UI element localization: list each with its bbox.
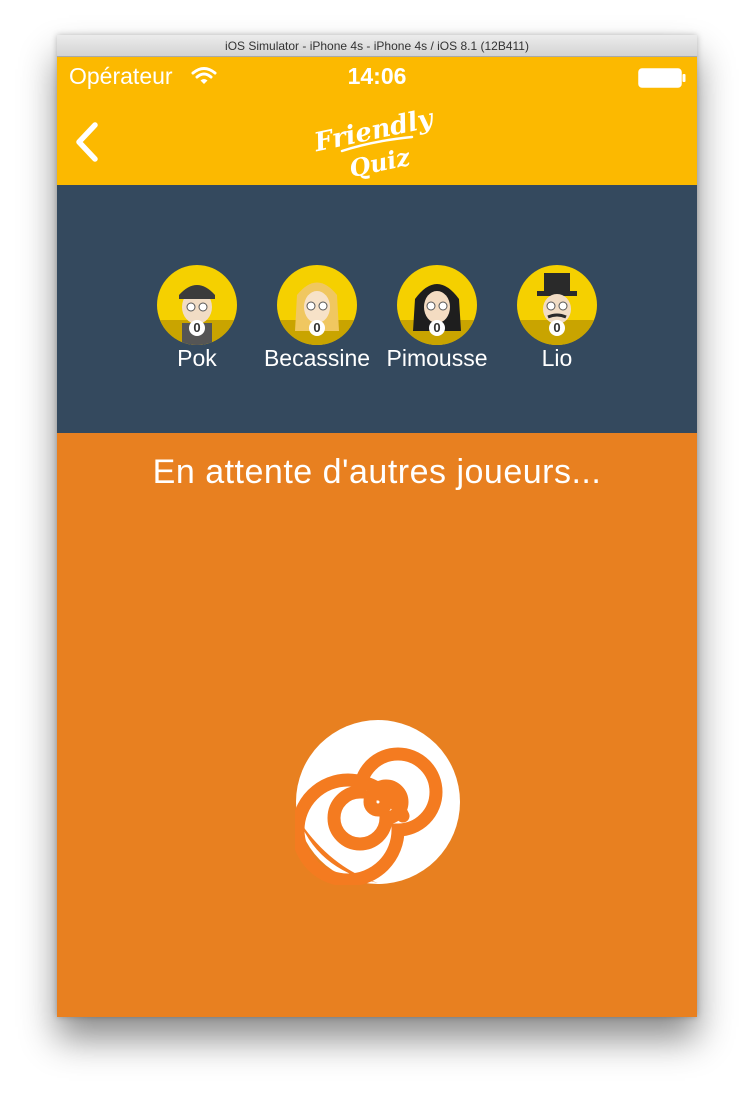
player-name: Pok [177, 345, 217, 371]
score-badge: 0 [429, 320, 445, 336]
avatar: 0 [397, 265, 477, 345]
status-time: 14:06 [347, 63, 407, 89]
status-bar: Opérateur 14:06 [57, 57, 697, 97]
player-card: 0 Pok [137, 265, 257, 371]
desktop: iOS Simulator - iPhone 4s - iPhone 4s / … [0, 0, 754, 1096]
battery-icon [638, 68, 686, 88]
players-panel: 0 Pok 0 Becassine 0 Pimousse 0 Lio [57, 185, 697, 433]
friendly-quiz-logo: Friendly Quiz [311, 103, 442, 183]
phone-screen: Opérateur 14:06 Friendly Quiz 0 Pok 0 Be… [57, 57, 697, 1017]
player-card: 0 Pimousse [377, 265, 497, 371]
navigation-bar: Opérateur 14:06 Friendly Quiz [57, 57, 697, 185]
swirl-spinner-icon [295, 720, 460, 885]
waiting-message: En attente d'autres joueurs... [152, 453, 602, 491]
window-title: iOS Simulator - iPhone 4s - iPhone 4s / … [57, 35, 697, 57]
player-name: Becassine [263, 345, 371, 371]
score-badge: 0 [549, 320, 565, 336]
back-chevron-icon[interactable] [69, 117, 109, 167]
score-badge: 0 [309, 320, 325, 336]
avatar: 0 [517, 265, 597, 345]
player-name: Lio [541, 345, 573, 371]
avatar: 0 [157, 265, 237, 345]
player-card: 0 Becassine [257, 265, 377, 371]
score-badge: 0 [189, 320, 205, 336]
waiting-area: En attente d'autres joueurs... [57, 433, 697, 1017]
player-card: 0 Lio [497, 265, 617, 371]
player-name: Pimousse [386, 345, 488, 371]
avatar: 0 [277, 265, 357, 345]
simulator-window: iOS Simulator - iPhone 4s - iPhone 4s / … [57, 35, 697, 1017]
